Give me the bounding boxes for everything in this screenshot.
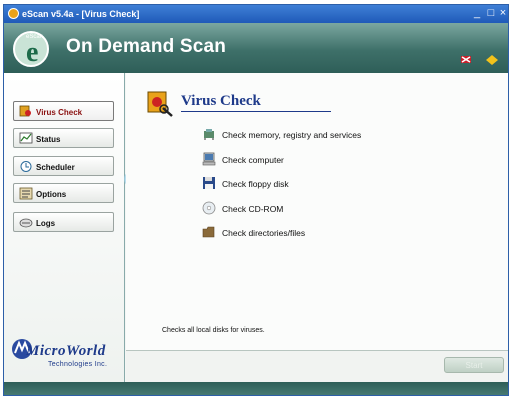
sidebar-item-label: Virus Check xyxy=(36,108,83,117)
bottom-bar xyxy=(4,382,508,395)
sidebar: Virus Check Status Scheduler Options Log… xyxy=(4,73,125,382)
status-icon xyxy=(19,132,33,144)
option-label: Check floppy disk xyxy=(222,179,289,189)
escan-logo: e eScan xyxy=(13,31,49,68)
brand-logo: MicroWorld Technologies Inc. xyxy=(10,335,120,375)
header-title: On Demand Scan xyxy=(66,36,227,57)
sidebar-item-label: Scheduler xyxy=(36,163,75,172)
title-bar: eScan v5.4a - [Virus Check] _ □ × xyxy=(4,5,508,23)
minimize-button[interactable]: _ xyxy=(470,7,484,20)
app-icon xyxy=(8,8,19,19)
section-title: Virus Check xyxy=(181,93,261,109)
status-text: Checks all local disks for viruses. xyxy=(162,327,265,334)
section-divider xyxy=(181,111,331,112)
option-check-cdrom[interactable]: Check CD-ROM xyxy=(202,201,442,217)
option-label: Check directories/files xyxy=(222,228,306,238)
sidebar-item-virus-check[interactable]: Virus Check xyxy=(13,101,114,121)
logs-icon xyxy=(19,218,33,228)
option-check-directories[interactable]: Check directories/files xyxy=(202,225,442,241)
floppy-icon xyxy=(203,177,215,189)
option-check-memory[interactable]: Check memory, registry and services xyxy=(202,127,442,143)
virus-check-icon xyxy=(19,105,31,117)
brand-name: MicroWorld xyxy=(26,343,106,359)
sidebar-item-logs[interactable]: Logs xyxy=(13,212,114,232)
option-label: Check computer xyxy=(222,155,284,165)
start-button[interactable]: Start xyxy=(444,357,504,373)
computer-icon xyxy=(202,152,216,166)
sidebar-item-scheduler[interactable]: Scheduler xyxy=(13,156,114,176)
close-button[interactable]: × xyxy=(496,7,508,20)
memory-icon xyxy=(204,129,214,140)
flag-icon[interactable] xyxy=(460,55,472,65)
sidebar-item-label: Status xyxy=(36,135,61,144)
option-check-floppy[interactable]: Check floppy disk xyxy=(202,176,442,192)
scheduler-icon xyxy=(20,161,32,172)
folder-icon xyxy=(202,226,215,238)
footer-bar: Start xyxy=(126,350,508,383)
app-window: eScan v5.4a - [Virus Check] _ □ × e eSca… xyxy=(3,4,509,396)
key-icon[interactable] xyxy=(486,55,498,65)
sidebar-item-label: Logs xyxy=(36,219,56,228)
svg-text:e: e xyxy=(26,37,38,68)
svg-text:eScan: eScan xyxy=(26,34,43,40)
app-header: e eScan On Demand Scan xyxy=(4,23,508,73)
virus-check-large-icon xyxy=(147,91,173,117)
window-title: eScan v5.4a - [Virus Check] xyxy=(22,9,140,19)
sidebar-item-label: Options xyxy=(36,190,67,199)
options-icon xyxy=(19,187,33,200)
option-label: Check memory, registry and services xyxy=(222,130,362,140)
sidebar-item-status[interactable]: Status xyxy=(13,128,114,148)
option-label: Check CD-ROM xyxy=(222,204,284,214)
main-panel: Virus Check Check memory, registry and s… xyxy=(126,73,508,383)
cdrom-icon xyxy=(202,201,216,215)
brand-subtitle: Technologies Inc. xyxy=(48,361,108,368)
sidebar-item-options[interactable]: Options xyxy=(13,183,114,203)
option-check-computer[interactable]: Check computer xyxy=(202,152,442,168)
